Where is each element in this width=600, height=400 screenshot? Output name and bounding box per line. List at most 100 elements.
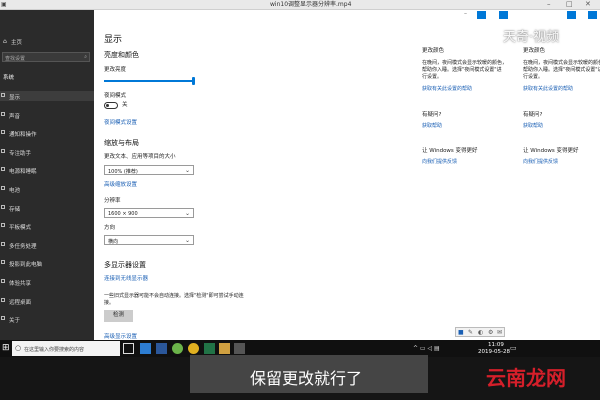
related-desc-2: 帮助你入睡。选择"夜间模式设置"进 — [422, 67, 502, 73]
related-panel-2: 更改颜色 在晚间，夜间模式会显示较暖的颜色， 帮助你入睡。选择"夜间模式设置"进… — [523, 10, 600, 210]
sidebar-item-10[interactable]: 体验共享 — [0, 277, 94, 287]
resolution-dropdown[interactable]: 1600 × 900 ⌄ — [104, 208, 194, 218]
sidebar-item-3[interactable]: 专注助手 — [0, 147, 94, 157]
home-icon[interactable]: ⌂ — [3, 38, 7, 45]
toolbar-icon[interactable]: ✎ — [468, 329, 473, 336]
nav-section-title: 系统 — [3, 75, 15, 81]
task-view-icon[interactable] — [123, 343, 134, 354]
orientation-label: 方向 — [104, 225, 116, 231]
page-title: 显示 — [104, 35, 123, 45]
question-heading: 有疑问? — [422, 112, 442, 118]
toolbar-icon[interactable]: ■ — [458, 329, 464, 336]
tablet-icon — [1, 223, 5, 228]
sidebar-item-label: 平板模式 — [9, 225, 32, 232]
settings-icon[interactable] — [234, 343, 245, 354]
sidebar-item-1[interactable]: 声音 — [0, 110, 94, 120]
nav-search-input[interactable]: 查找设置 ⌕ — [2, 52, 90, 62]
chevron-down-icon: ⌄ — [184, 210, 190, 217]
feedback-link-2[interactable]: 向我们提供反馈 — [523, 160, 558, 165]
brightness-slider[interactable] — [104, 77, 196, 85]
remote-icon — [1, 297, 5, 302]
video-subtitle: 保留更改就行了 — [250, 369, 363, 388]
chevron-down-icon: ⌄ — [184, 237, 190, 244]
related-desc-2-2: 帮助你入睡。选择"夜间模式设置"进 — [523, 67, 600, 73]
related-desc-2-3: 行设置。 — [523, 74, 544, 80]
excel-icon[interactable] — [204, 343, 215, 354]
toggle-knob — [106, 104, 109, 107]
improve-heading-2: 让 Windows 变得更好 — [523, 148, 579, 154]
sidebar-item-12[interactable]: 关于 — [0, 314, 94, 324]
watermark-bottom: 云南龙网 — [486, 366, 566, 390]
taskbar-search-input[interactable]: ○ 在这里输入你要搜索的内容 — [12, 341, 120, 356]
home-label[interactable]: 主页 — [11, 38, 22, 46]
project-icon — [1, 260, 5, 265]
taskbar-search-icon: ○ — [15, 344, 22, 352]
sidebar-item-2[interactable]: 通知和操作 — [0, 128, 94, 138]
get-help-link-2[interactable]: 获取帮助 — [523, 124, 543, 129]
sidebar-item-label: 专注助手 — [9, 150, 32, 157]
start-icon[interactable]: ⊞ — [2, 343, 10, 353]
info-icon — [1, 316, 5, 321]
resolution-label: 分辨率 — [104, 198, 121, 204]
connect-wireless-link[interactable]: 连接到无线显示器 — [104, 276, 148, 283]
night-light-toggle[interactable] — [104, 102, 118, 109]
sidebar-item-label: 体验共享 — [9, 281, 32, 287]
detect-button-label: 检测 — [113, 312, 125, 318]
sidebar-item-4[interactable]: 电源和睡眠 — [0, 165, 94, 175]
get-help-link[interactable]: 获取帮助 — [422, 124, 442, 129]
video-minimize-button[interactable]: – — [547, 0, 551, 8]
sidebar-item-6[interactable]: 存储 — [0, 203, 94, 213]
sidebar-item-label: 声音 — [9, 113, 21, 120]
orientation-value: 横向 — [108, 239, 119, 245]
video-close-button[interactable]: ✕ — [585, 0, 591, 8]
sidebar-item-0[interactable]: 显示 — [0, 91, 94, 101]
tray-icons[interactable]: ^ ▭ ◁ ▤ — [413, 345, 440, 352]
improve-heading: 让 Windows 变得更好 — [422, 148, 478, 154]
taskbar-search-placeholder: 在这里输入你要搜索的内容 — [24, 347, 85, 353]
related-help-link[interactable]: 获取有关此设置的帮助 — [422, 87, 472, 92]
photos-icon[interactable] — [172, 343, 183, 354]
chrome-icon[interactable] — [188, 343, 199, 354]
multitask-icon — [1, 241, 5, 246]
feedback-link[interactable]: 向我们提供反馈 — [422, 160, 457, 165]
related-heading-2: 更改颜色 — [523, 48, 546, 54]
section-scale-layout: 缩放与布局 — [104, 139, 139, 147]
sidebar-item-label: 关于 — [9, 318, 21, 325]
advanced-scale-link[interactable]: 高级缩放设置 — [104, 182, 137, 189]
word-icon[interactable] — [156, 343, 167, 354]
toolbar-icon[interactable]: ✉ — [497, 329, 502, 336]
video-title: win10调整显示器分辨率.mp4 — [270, 1, 352, 8]
video-title-bar: ▣ win10调整显示器分辨率.mp4 – □ ✕ — [0, 0, 600, 10]
clock-time[interactable]: 11:09 — [488, 342, 504, 348]
toolbar-icon[interactable]: ◐ — [478, 329, 483, 336]
subtitle-box: 保留更改就行了 — [190, 355, 428, 393]
sidebar-item-11[interactable]: 远程桌面 — [0, 296, 94, 306]
sidebar-item-label: 存储 — [9, 206, 21, 213]
settings-main: 显示 亮度和颜色 更改亮度 夜间模式 关 夜间模式设置 缩放与布局 更改文本、应… — [96, 10, 416, 340]
night-light-settings-link[interactable]: 夜间模式设置 — [104, 120, 137, 127]
toolbar-icon[interactable]: ⚙ — [488, 329, 493, 336]
detect-button[interactable]: 检测 — [104, 310, 133, 322]
related-panel-1: 更改颜色 在晚间，夜间模式会显示较暖的颜色， 帮助你入睡。选择"夜间模式设置"进… — [422, 10, 517, 210]
brightness-thumb[interactable] — [192, 77, 195, 85]
related-help-link-2[interactable]: 获取有关此设置的帮助 — [523, 87, 573, 92]
moon-icon — [1, 148, 5, 153]
sidebar-item-5[interactable]: 电池 — [0, 184, 94, 194]
detect-desc-line1: 一些旧式显示器可能不会自动连接。选择"检测"即可尝试手动连 — [104, 293, 244, 299]
clock-date[interactable]: 2019-05-28 — [478, 349, 510, 355]
notification-center-icon[interactable]: ▭ — [510, 344, 517, 352]
question-heading-2: 有疑问? — [523, 112, 543, 118]
scale-dropdown[interactable]: 100% (推荐) ⌄ — [104, 165, 194, 175]
explorer-icon[interactable] — [219, 343, 230, 354]
sidebar-item-label: 电源和睡眠 — [9, 169, 37, 176]
floating-toolbar: ■ ✎ ◐ ⚙ ✉ — [455, 327, 505, 337]
edge-icon[interactable] — [140, 343, 151, 354]
sidebar-item-7[interactable]: 平板模式 — [0, 221, 94, 231]
video-maximize-button[interactable]: □ — [566, 0, 573, 8]
sidebar-item-label: 多任务处理 — [9, 243, 37, 250]
brightness-label: 更改亮度 — [104, 67, 127, 73]
sidebar-item-8[interactable]: 多任务处理 — [0, 240, 94, 250]
chevron-down-icon: ⌄ — [184, 167, 190, 174]
sidebar-item-9[interactable]: 投影到此电脑 — [0, 258, 94, 268]
orientation-dropdown[interactable]: 横向 ⌄ — [104, 235, 194, 245]
